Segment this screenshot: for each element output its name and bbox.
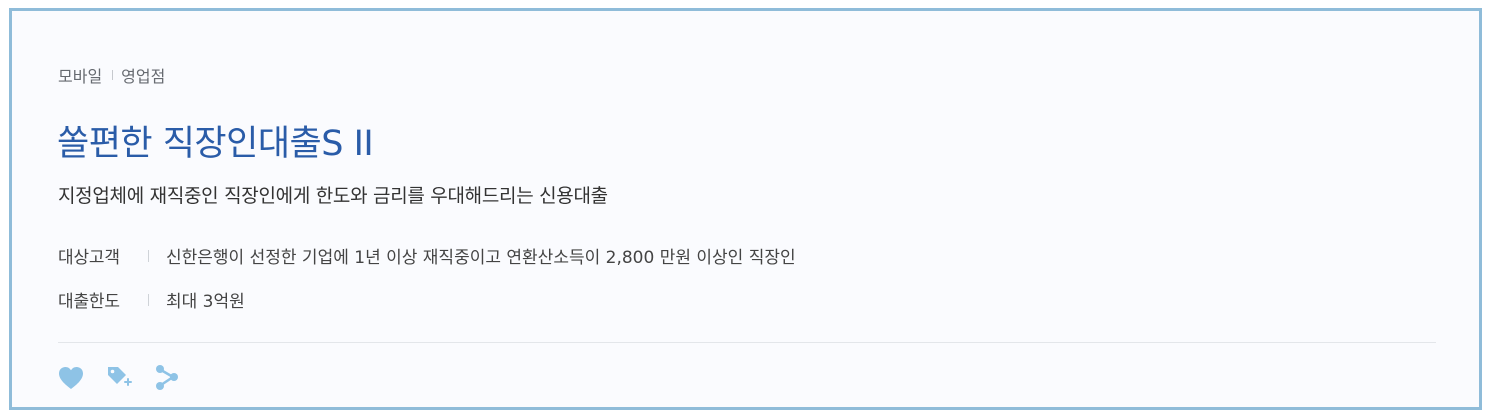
info-label: 대상고객: [58, 248, 120, 268]
channel-mobile: 모바일: [58, 67, 103, 86]
action-bar: [56, 363, 200, 393]
channel-branch: 영업점: [121, 67, 166, 86]
product-description: 지정업체에 재직중인 직장인에게 한도와 금리를 우대해드리는 신용대출: [58, 185, 608, 207]
product-card: 모바일 영업점 쏠편한 직장인대출S II 지정업체에 재직중인 직장인에게 한…: [9, 8, 1482, 410]
info-separator: [148, 249, 149, 262]
product-title[interactable]: 쏠편한 직장인대출S II: [57, 115, 374, 166]
info-label: 대출한도: [58, 292, 120, 312]
divider: [58, 342, 1436, 343]
info-row-loan-limit: 대출한도 최대 3억원: [58, 287, 245, 312]
info-row-target-customer: 대상고객 신한은행이 선정한 기업에 1년 이상 재직중이고 연환산소득이 2,…: [58, 243, 796, 268]
channel-list: 모바일 영업점: [58, 63, 165, 87]
heart-icon[interactable]: [56, 363, 86, 393]
info-value: 최대 3억원: [166, 292, 245, 312]
tag-plus-icon[interactable]: [104, 363, 134, 393]
channel-separator: [112, 70, 114, 80]
info-separator: [148, 293, 149, 306]
share-icon[interactable]: [152, 363, 182, 393]
info-value: 신한은행이 선정한 기업에 1년 이상 재직중이고 연환산소득이 2,800 만…: [166, 248, 796, 268]
